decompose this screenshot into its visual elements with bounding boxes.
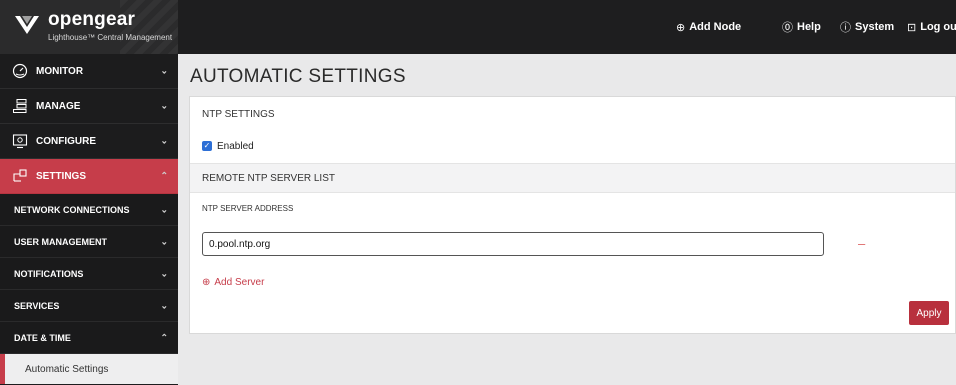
ntp-settings-panel: NTP SETTINGS ✓ Enabled REMOTE NTP SERVER… xyxy=(189,96,956,334)
ntp-server-address-label: NTP SERVER ADDRESS xyxy=(202,203,294,213)
server-address-label-row: NTP SERVER ADDRESS xyxy=(190,193,955,223)
ntp-server-address-input[interactable] xyxy=(202,232,824,256)
chevron-down-icon: ⌄ xyxy=(160,300,168,310)
help-circle-icon: ⓪ xyxy=(782,22,793,34)
add-node-label: Add Node xyxy=(689,21,742,33)
network-icon xyxy=(13,169,27,182)
sidebar-item-notifications[interactable]: NOTIFICATIONS ⌄ xyxy=(0,258,178,290)
sidebar-item-label: Automatic Settings xyxy=(25,363,109,375)
help-link[interactable]: ⓪ Help xyxy=(782,0,821,54)
sidebar-item-user-management[interactable]: USER MANAGEMENT ⌄ xyxy=(0,226,178,258)
sidebar-item-label: DATE & TIME xyxy=(14,332,71,343)
apply-button[interactable]: Apply xyxy=(909,301,949,325)
chevron-up-icon: ⌃ xyxy=(160,170,168,181)
chevron-up-icon: ⌃ xyxy=(160,332,168,342)
brand-subtitle: Lighthouse™ Central Management xyxy=(48,33,173,42)
sidebar: MONITOR ⌄ MANAGE ⌄ CONFIGURE ⌄ SETTINGS … xyxy=(0,54,178,385)
sidebar-item-label: MONITOR xyxy=(36,65,84,77)
help-label: Help xyxy=(797,21,821,33)
remove-server-button[interactable]: – xyxy=(858,236,865,251)
remote-ntp-server-list-heading: REMOTE NTP SERVER LIST xyxy=(190,163,955,193)
add-node-link[interactable]: ⊕ Add Node xyxy=(676,0,741,54)
sidebar-item-configure[interactable]: CONFIGURE ⌄ xyxy=(0,124,178,159)
opengear-logo-icon xyxy=(15,16,39,34)
brand-name: opengear xyxy=(48,9,136,30)
info-circle-icon: ⓘ xyxy=(840,22,851,34)
stack-icon xyxy=(13,99,27,113)
add-server-link[interactable]: ⊕ Add Server xyxy=(202,277,264,288)
enabled-checkbox-row[interactable]: ✓ Enabled xyxy=(190,131,955,161)
sidebar-item-network-connections[interactable]: NETWORK CONNECTIONS ⌄ xyxy=(0,194,178,226)
top-bar: opengear Lighthouse™ Central Management … xyxy=(0,0,956,54)
sidebar-item-label: NETWORK CONNECTIONS xyxy=(14,204,130,215)
ntp-settings-heading: NTP SETTINGS xyxy=(202,108,275,120)
gauge-icon xyxy=(12,63,28,79)
chevron-down-icon: ⌄ xyxy=(160,135,168,146)
sidebar-item-label: CONFIGURE xyxy=(36,135,96,147)
brand-area[interactable]: opengear Lighthouse™ Central Management xyxy=(0,0,178,54)
logout-link[interactable]: ⊡ Log out xyxy=(907,0,956,54)
chevron-down-icon: ⌄ xyxy=(160,236,168,246)
system-link[interactable]: ⓘ System xyxy=(840,0,894,54)
enabled-checkbox[interactable]: ✓ xyxy=(202,141,212,151)
sidebar-item-label: MANAGE xyxy=(36,100,81,112)
add-server-label: Add Server xyxy=(214,277,265,288)
sidebar-item-label: SETTINGS xyxy=(36,170,87,182)
plus-circle-icon: ⊕ xyxy=(202,277,211,288)
sidebar-item-manage[interactable]: MANAGE ⌄ xyxy=(0,89,178,124)
system-label: System xyxy=(855,21,895,33)
chevron-down-icon: ⌄ xyxy=(160,268,168,278)
sidebar-item-date-time[interactable]: DATE & TIME ⌃ xyxy=(0,322,178,354)
logout-icon: ⊡ xyxy=(907,21,917,34)
sidebar-item-label: NOTIFICATIONS xyxy=(14,268,84,279)
monitor-gear-icon xyxy=(12,134,28,149)
sidebar-item-services[interactable]: SERVICES ⌄ xyxy=(0,290,178,322)
plus-circle-icon: ⊕ xyxy=(676,21,686,34)
sidebar-item-settings[interactable]: SETTINGS ⌃ xyxy=(0,159,178,194)
chevron-down-icon: ⌄ xyxy=(160,204,168,214)
sidebar-item-label: SERVICES xyxy=(14,300,60,311)
enabled-label: Enabled xyxy=(217,140,254,152)
sidebar-item-monitor[interactable]: MONITOR ⌄ xyxy=(0,54,178,89)
logout-label: Log out xyxy=(920,21,956,33)
page-title: AUTOMATIC SETTINGS xyxy=(190,66,406,87)
sidebar-item-label: USER MANAGEMENT xyxy=(14,236,108,247)
chevron-down-icon: ⌄ xyxy=(160,65,168,76)
chevron-down-icon: ⌄ xyxy=(160,100,168,111)
sidebar-item-automatic-settings[interactable]: Automatic Settings xyxy=(0,354,178,384)
